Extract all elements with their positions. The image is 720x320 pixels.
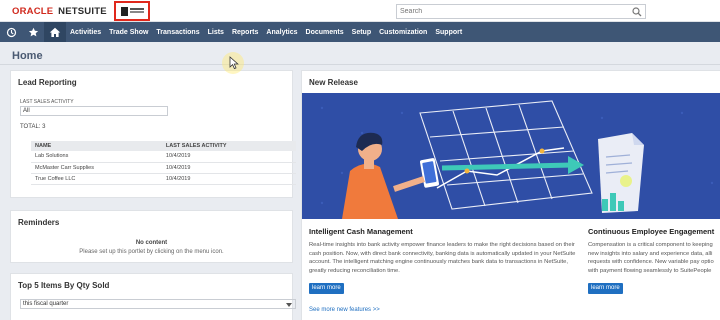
nav-setup[interactable]: Setup [348,29,375,36]
feature-description: Compensation is a critical component to … [588,242,714,274]
nav-support[interactable]: Support [431,29,466,36]
lead-name[interactable]: True Coffee LLC [31,173,162,185]
nav-transactions[interactable]: Transactions [152,29,203,36]
netsuite-logo[interactable]: ORACLE NETSUITE [12,6,107,17]
new-release-portlet: New Release Intelligent Cash Management … [301,70,720,320]
table-row[interactable]: Lab Solutions 10/4/2019 [31,151,296,163]
new-release-title: New Release [309,78,358,87]
period-select-value: this fiscal quarter [23,301,69,307]
lead-reporting-portlet: Lead Reporting LAST SALES ACTIVITY All T… [10,70,296,198]
learn-more-button[interactable]: learn more [588,283,623,294]
lead-reporting-title: Lead Reporting [18,78,77,87]
company-logo-mark [121,7,128,16]
page-title: Home [12,50,43,62]
main-nav: Activities Trade Show Transactions Lists… [0,22,720,42]
nav-reports[interactable]: Reports [228,29,262,36]
table-row[interactable]: McMaster Carr Supplies 10/4/2019 [31,162,296,174]
period-select[interactable]: this fiscal quarter [20,299,296,309]
top-items-title: Top 5 Items By Qty Sold [18,281,110,290]
lead-date: 10/4/2019 [161,162,296,174]
brand-oracle: ORACLE [12,6,54,17]
lead-name[interactable]: Lab Solutions [31,151,162,163]
search-input[interactable] [397,5,622,18]
column-last-sales-activity[interactable]: LAST SALES ACTIVITY [161,141,296,151]
search-icon[interactable] [632,7,642,17]
lead-total: TOTAL: 3 [20,124,46,130]
title-divider [0,64,720,65]
star-icon[interactable] [22,22,44,42]
feature-title: Intelligent Cash Management [309,227,413,236]
lead-date: 10/4/2019 [161,151,296,163]
mouse-cursor-icon [229,56,239,70]
nav-activities[interactable]: Activities [66,29,105,36]
nav-documents[interactable]: Documents [302,29,348,36]
last-sales-activity-filter[interactable]: All [20,106,168,116]
last-sales-activity-label: LAST SALES ACTIVITY [20,99,74,105]
top-items-portlet: Top 5 Items By Qty Sold this fiscal quar… [10,273,296,320]
new-release-illustration [302,93,720,219]
table-row[interactable]: True Coffee LLC 10/4/2019 [31,173,296,185]
chevron-down-icon[interactable] [286,303,292,307]
reminders-portlet: Reminders No content Please set up this … [10,210,293,263]
nav-customization[interactable]: Customization [375,29,431,36]
recent-icon[interactable] [0,22,22,42]
top-bar: ORACLE NETSUITE [0,0,720,22]
see-more-features-link[interactable]: See more new features >> [309,307,380,313]
lead-name[interactable]: McMaster Carr Supplies [31,162,162,174]
no-content-text: No content [135,240,168,246]
learn-more-button[interactable]: learn more [309,283,344,294]
company-logo[interactable] [114,1,150,21]
table-header-row: NAME LAST SALES ACTIVITY [31,141,296,151]
nav-analytics[interactable]: Analytics [262,29,301,36]
reminders-title: Reminders [18,218,60,227]
feature-title: Continuous Employee Engagement [588,227,715,236]
global-search[interactable] [396,4,646,19]
setup-hint: Please set up this portlet by clicking o… [79,249,224,255]
column-name[interactable]: NAME [31,141,162,151]
lead-date: 10/4/2019 [161,173,296,185]
company-logo-text [130,8,144,10]
lead-table: NAME LAST SALES ACTIVITY Lab Solutions 1… [31,141,296,185]
feature-description: Real-time insights into bank activity em… [309,242,576,274]
brand-netsuite: NETSUITE [58,6,107,17]
home-icon[interactable] [44,22,66,42]
nav-trade-show[interactable]: Trade Show [105,29,152,36]
nav-lists[interactable]: Lists [204,29,228,36]
